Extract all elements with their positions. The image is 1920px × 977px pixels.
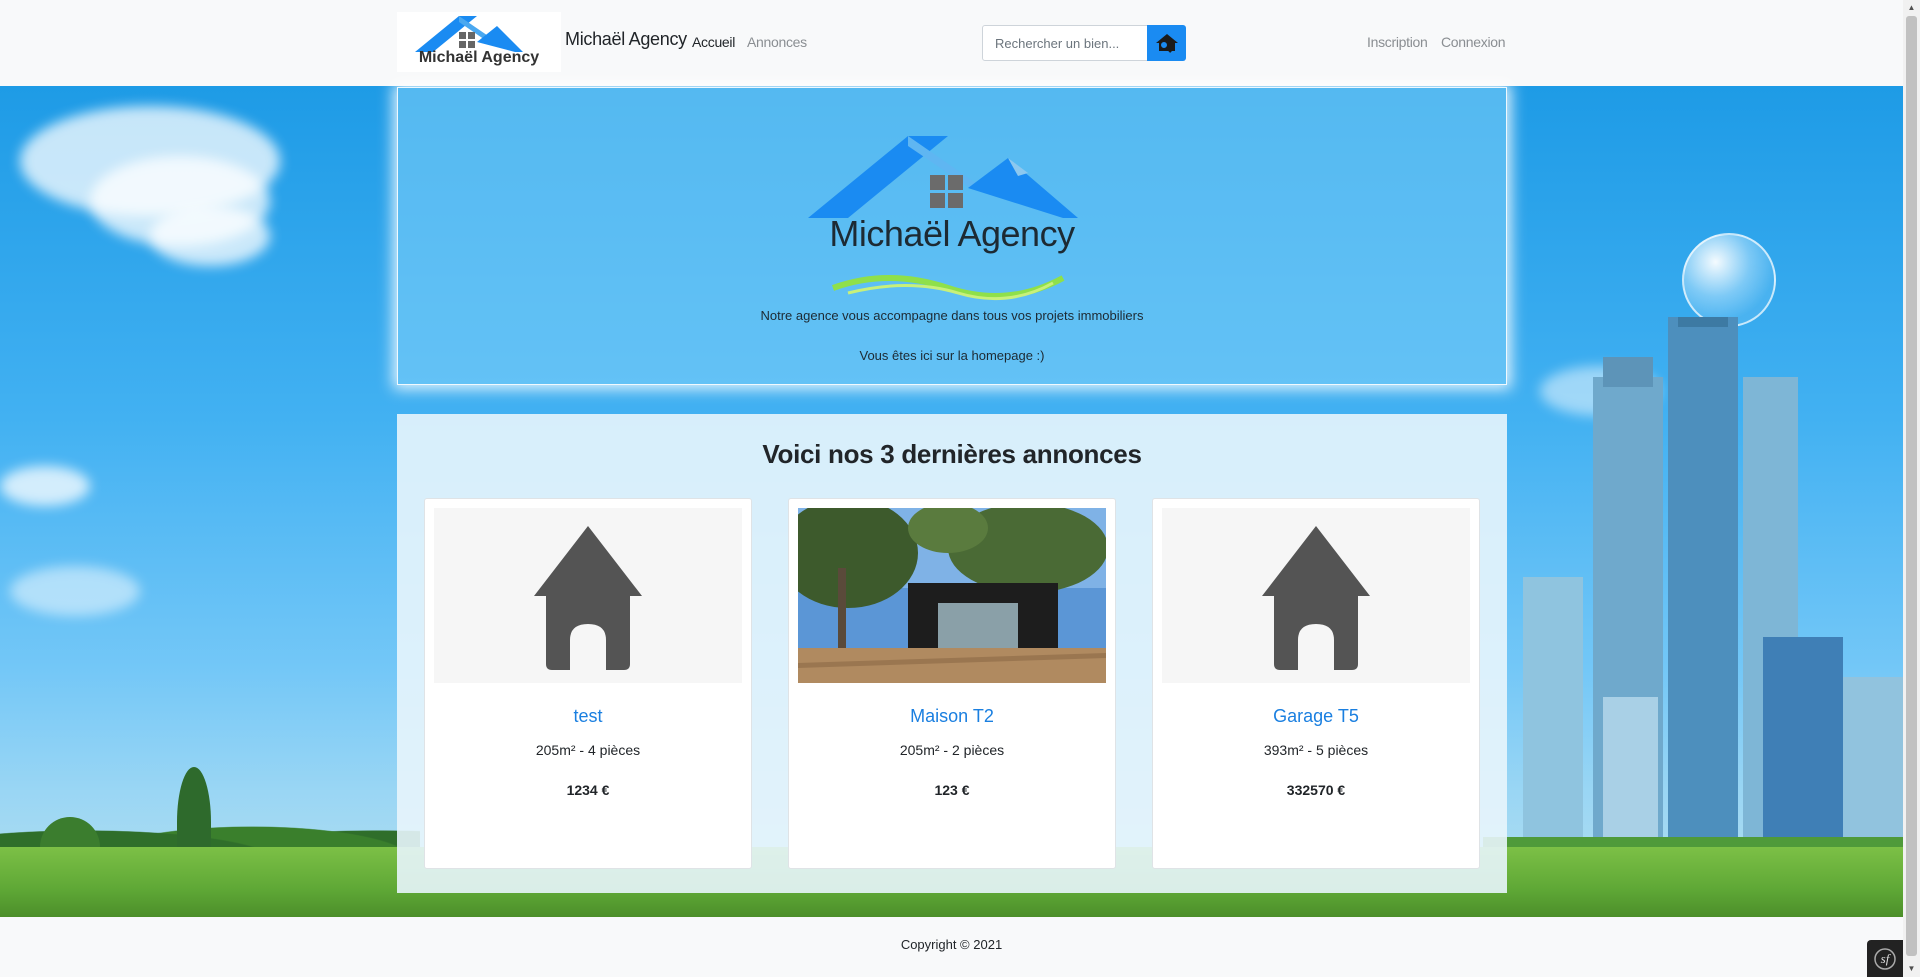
scroll-down-icon[interactable]: ▼ — [1903, 961, 1920, 977]
listing-image[interactable] — [1162, 508, 1470, 683]
hero-subtitle: Vous êtes ici sur la homepage :) — [859, 348, 1045, 363]
house-icon — [534, 526, 642, 670]
listing-card[interactable]: Maison T2 205m² - 2 pièces 123 € — [788, 498, 1116, 869]
navbar: Michaël Agency Michaël Agency Accueil An… — [0, 0, 1903, 86]
listing-price: 332570 € — [1286, 782, 1346, 798]
listing-meta: 205m² - 2 pièces — [899, 742, 1005, 758]
listing-price: 123 € — [934, 782, 970, 798]
copyright-text: Copyright © 2021 — [900, 937, 1003, 952]
listing-meta: 205m² - 4 pièces — [535, 742, 641, 758]
listing-title[interactable]: test — [425, 706, 751, 727]
nav-link-connexion[interactable]: Connexion — [1441, 34, 1506, 50]
house-search-icon — [1155, 34, 1178, 53]
search-button[interactable] — [1147, 25, 1186, 61]
search-input[interactable] — [982, 25, 1148, 61]
scroll-up-icon[interactable]: ▲ — [1903, 0, 1920, 16]
listing-card[interactable]: Garage T5 393m² - 5 pièces 332570 € — [1152, 498, 1480, 869]
listing-image[interactable] — [798, 508, 1106, 683]
footer: Copyright © 2021 — [0, 917, 1903, 977]
listing-title[interactable]: Maison T2 — [789, 706, 1115, 727]
listing-meta: 393m² - 5 pièces — [1263, 742, 1369, 758]
nav-link-annonces[interactable]: Annonces — [747, 34, 807, 50]
listing-image[interactable] — [434, 508, 742, 683]
symfony-toolbar-icon[interactable]: sf — [1867, 940, 1903, 977]
house-icon — [1262, 526, 1370, 670]
nav-link-inscription[interactable]: Inscription — [1367, 34, 1428, 50]
svg-text:sf: sf — [1881, 951, 1892, 966]
scrollbar[interactable]: ▲ ▼ — [1903, 0, 1920, 977]
hero-banner: Michaël Agency Notre agence vous accompa… — [397, 87, 1507, 385]
house-photo — [798, 508, 1106, 683]
latest-listings: Voici nos 3 dernières annonces test 205m… — [397, 414, 1507, 893]
hero-title: Michaël Agency — [829, 213, 1075, 254]
listing-title[interactable]: Garage T5 — [1153, 706, 1479, 727]
listing-card[interactable]: test 205m² - 4 pièces 1234 € — [424, 498, 752, 869]
hero-tagline: Notre agence vous accompagne dans tous v… — [760, 308, 1144, 323]
scroll-thumb[interactable] — [1906, 16, 1917, 956]
brand-name[interactable]: Michaël Agency — [565, 29, 687, 50]
listing-price: 1234 € — [566, 782, 610, 798]
svg-text:Michaël Agency: Michaël Agency — [419, 49, 539, 66]
brand-logo[interactable]: Michaël Agency — [397, 12, 561, 72]
listings-title: Voici nos 3 dernières annonces — [762, 439, 1142, 469]
nav-link-accueil[interactable]: Accueil — [692, 34, 735, 50]
